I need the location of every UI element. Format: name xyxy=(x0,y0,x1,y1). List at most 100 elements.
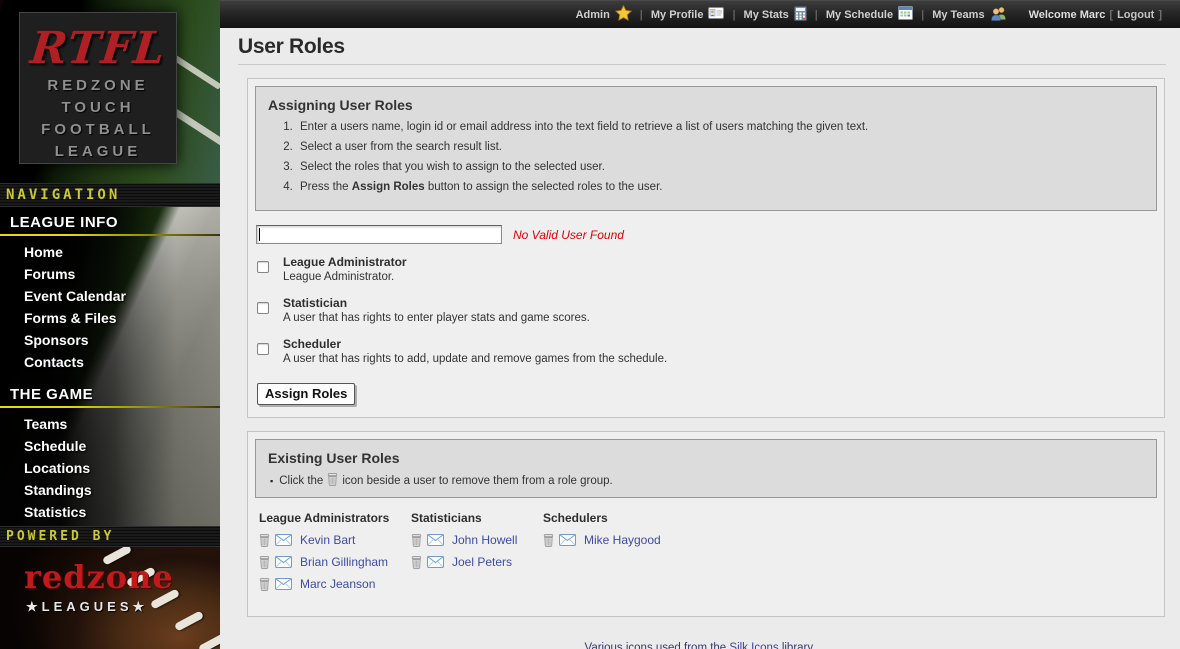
statistician-checkbox[interactable] xyxy=(257,302,269,314)
group-title: Statisticians xyxy=(411,511,543,525)
user-link[interactable]: Joel Peters xyxy=(452,555,512,569)
user-row: Kevin Bart xyxy=(259,533,411,547)
sidebar-item-home[interactable]: Home xyxy=(0,241,220,263)
topbar-my-schedule-label: My Schedule xyxy=(826,9,893,21)
user-link[interactable]: John Howell xyxy=(452,533,517,547)
separator: | xyxy=(921,9,924,21)
user-link[interactable]: Mike Haygood xyxy=(584,533,661,547)
league-administrator-checkbox[interactable] xyxy=(257,261,269,273)
separator: | xyxy=(732,9,735,21)
sidebar: RTFL REDZONE TOUCH FOOTBALL LEAGUE NAVIG… xyxy=(0,0,220,649)
trash-icon[interactable] xyxy=(543,534,554,547)
remove-note: ▪ Click the icon beside a user to remove… xyxy=(270,473,1146,489)
rtfl-logo-line: TOUCH xyxy=(20,97,176,119)
instruction-step: Enter a users name, login id or email ad… xyxy=(296,120,1146,135)
sidebar-menu: LEAGUE INFO Home Forums Event Calendar F… xyxy=(0,207,220,526)
rtfl-logo: RTFL REDZONE TOUCH FOOTBALL LEAGUE xyxy=(19,12,177,164)
main-content: User Roles Assigning User Roles Enter a … xyxy=(220,28,1180,649)
calculator-icon xyxy=(794,6,807,24)
trash-icon[interactable] xyxy=(259,578,270,591)
rtfl-logo-line: REDZONE xyxy=(20,75,176,97)
navigation-banner: NAVIGATION xyxy=(0,183,220,207)
email-icon[interactable] xyxy=(275,534,292,546)
sidebar-item-contacts[interactable]: Contacts xyxy=(0,351,220,373)
powered-by-banner: POWERED BY xyxy=(0,526,220,547)
instruction-steps: Enter a users name, login id or email ad… xyxy=(296,120,1146,195)
trash-icon[interactable] xyxy=(411,534,422,547)
user-row: Mike Haygood xyxy=(543,533,695,547)
existing-roles-section: Existing User Roles ▪ Click the icon bes… xyxy=(247,431,1165,617)
assigning-instructions-box: Assigning User Roles Enter a users name,… xyxy=(255,86,1157,211)
sidebar-item-statistics[interactable]: Statistics xyxy=(0,501,220,523)
sidebar-item-teams[interactable]: Teams xyxy=(0,413,220,435)
role-description: A user that has rights to enter player s… xyxy=(283,311,1157,326)
scheduler-checkbox[interactable] xyxy=(257,343,269,355)
assigning-box-title: Assigning User Roles xyxy=(268,97,1146,113)
sidebar-item-standings[interactable]: Standings xyxy=(0,479,220,501)
role-name: Statistician xyxy=(283,296,1157,311)
footer-text: library. xyxy=(779,642,816,649)
title-divider xyxy=(238,64,1166,65)
trash-icon[interactable] xyxy=(259,556,270,569)
welcome-text: Welcome Marc xyxy=(1029,9,1106,21)
separator: | xyxy=(815,9,818,21)
email-icon[interactable] xyxy=(559,534,576,546)
section-title-league-info: LEAGUE INFO xyxy=(0,207,220,234)
topbar-my-profile[interactable]: My Profile xyxy=(651,7,725,22)
group-icon xyxy=(990,6,1007,24)
email-icon[interactable] xyxy=(427,534,444,546)
topbar-my-teams[interactable]: My Teams xyxy=(932,6,1006,24)
sidebar-item-schedule[interactable]: Schedule xyxy=(0,435,220,457)
trash-icon[interactable] xyxy=(259,534,270,547)
sidebar-item-forms-files[interactable]: Forms & Files xyxy=(0,307,220,329)
sidebar-item-event-calendar[interactable]: Event Calendar xyxy=(0,285,220,307)
logout-link[interactable]: Logout xyxy=(1117,9,1154,21)
topbar-my-schedule[interactable]: My Schedule xyxy=(826,6,913,23)
sidebar-item-forums[interactable]: Forums xyxy=(0,263,220,285)
sidebar-item-sponsors[interactable]: Sponsors xyxy=(0,329,220,351)
email-icon[interactable] xyxy=(275,556,292,568)
logout-bracket: ] xyxy=(1158,9,1162,21)
silk-icons-link[interactable]: Silk Icons xyxy=(729,642,778,649)
footer-text: Various icons used from the xyxy=(585,642,730,649)
assign-roles-button[interactable]: Assign Roles xyxy=(257,383,355,405)
calendar-icon xyxy=(898,6,913,23)
topbar-admin-label: Admin xyxy=(576,9,610,21)
user-row: Joel Peters xyxy=(411,555,543,569)
topbar-my-stats[interactable]: My Stats xyxy=(744,6,807,24)
group-league-administrators: League Administrators Kevin Bart Brian G… xyxy=(259,508,411,599)
user-link[interactable]: Kevin Bart xyxy=(300,533,355,547)
email-icon[interactable] xyxy=(275,578,292,590)
user-row: Brian Gillingham xyxy=(259,555,411,569)
search-status-message: No Valid User Found xyxy=(513,228,624,242)
topbar-admin[interactable]: Admin xyxy=(576,5,632,24)
email-icon[interactable] xyxy=(427,556,444,568)
instruction-step: Press the Assign Roles button to assign … xyxy=(296,180,1146,195)
user-row: Marc Jeanson xyxy=(259,577,411,591)
instruction-step: Select the roles that you wish to assign… xyxy=(296,160,1146,175)
role-name: League Administrator xyxy=(283,255,1157,270)
user-link[interactable]: Brian Gillingham xyxy=(300,555,388,569)
trash-icon[interactable] xyxy=(411,556,422,569)
user-link[interactable]: Marc Jeanson xyxy=(300,577,375,591)
topbar-my-profile-label: My Profile xyxy=(651,9,704,21)
user-search-input[interactable] xyxy=(256,225,502,244)
topbar-my-stats-label: My Stats xyxy=(744,9,789,21)
page-title: User Roles xyxy=(238,35,1166,59)
redzone-wordmark: redzone xyxy=(24,561,174,593)
role-description: League Administrator. xyxy=(283,270,1157,285)
role-option-league-administrator: League Administrator League Administrato… xyxy=(257,255,1157,285)
trash-icon xyxy=(327,473,342,489)
yellow-divider xyxy=(0,234,220,236)
logout-bracket: [ xyxy=(1109,9,1113,21)
user-row: John Howell xyxy=(411,533,543,547)
yellow-divider xyxy=(0,406,220,408)
role-option-statistician: Statistician A user that has rights to e… xyxy=(257,296,1157,326)
sidebar-item-locations[interactable]: Locations xyxy=(0,457,220,479)
group-title: Schedulers xyxy=(543,511,695,525)
role-option-scheduler: Scheduler A user that has rights to add,… xyxy=(257,337,1157,367)
redzone-leagues-logo: redzone ★LEAGUES★ xyxy=(0,547,220,649)
group-title: League Administrators xyxy=(259,511,411,525)
topbar: Admin | My Profile | My Stats | My Sched… xyxy=(220,0,1180,28)
square-bullet: ▪ xyxy=(270,476,273,486)
